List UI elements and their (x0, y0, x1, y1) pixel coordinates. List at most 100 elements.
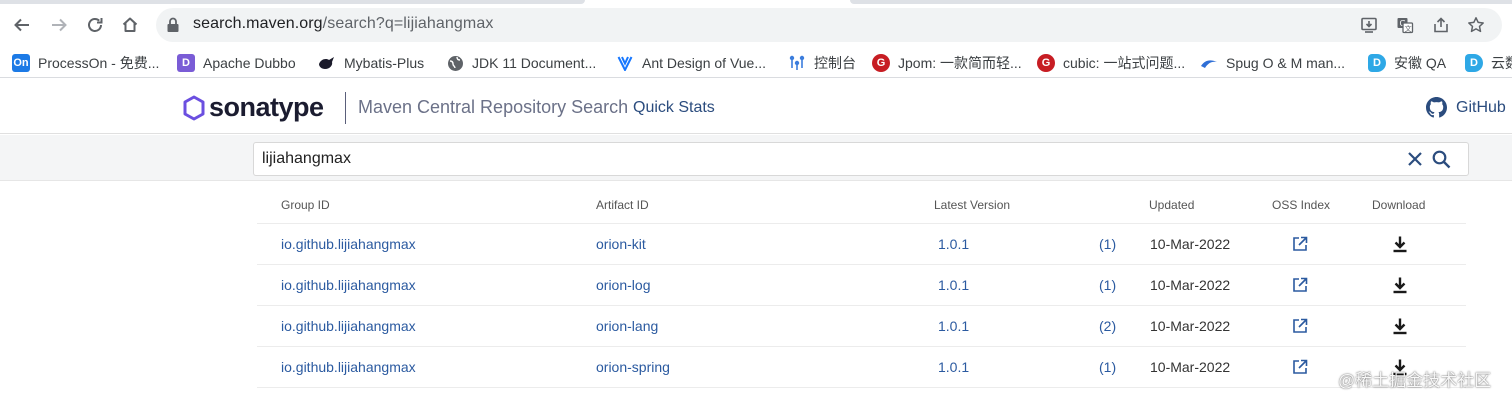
lock-icon[interactable] (166, 17, 180, 33)
bookmark-cubic[interactable]: G cubic: 一站式问题... (1037, 51, 1185, 75)
bookmark-spug[interactable]: Spug O & M man... (1200, 51, 1345, 75)
version-count-link[interactable]: (1) (1099, 359, 1116, 375)
gitee-icon: G (1037, 54, 1055, 72)
home-button[interactable] (117, 12, 143, 38)
version-count-link[interactable]: (1) (1099, 236, 1116, 252)
table-row: io.github.lijiahangmax orion-spring 1.0.… (257, 347, 1466, 388)
share-icon[interactable] (1432, 16, 1450, 34)
external-link-icon[interactable] (1291, 358, 1309, 376)
bookmark-console[interactable]: 控制台 (788, 51, 856, 75)
download-icon[interactable] (1391, 235, 1409, 253)
bookmark-label: JDK 11 Document... (472, 55, 597, 71)
group-id-link[interactable]: io.github.lijiahangmax (281, 277, 416, 293)
dubbo-icon: D (177, 54, 195, 72)
artifact-id-link[interactable]: orion-log (596, 277, 650, 293)
logo-wordmark: sonatype (209, 92, 324, 122)
artifact-id-link[interactable]: orion-lang (596, 318, 658, 334)
column-header-latest-version[interactable]: Latest Version (934, 198, 1010, 212)
bookmark-label: Ant Design of Vue... (642, 55, 766, 71)
bookmark-ant-design-vue[interactable]: Ant Design of Vue... (616, 51, 766, 75)
table-row: io.github.lijiahangmax orion-log 1.0.1 (… (257, 265, 1466, 306)
search-icon[interactable] (1432, 150, 1451, 169)
column-header-group-id[interactable]: Group ID (281, 198, 330, 212)
version-link[interactable]: 1.0.1 (938, 318, 969, 334)
mybatis-icon (318, 54, 336, 72)
forward-arrow-icon (52, 18, 67, 32)
search-box (253, 142, 1469, 176)
table-row: io.github.lijiahangmax orion-lang 1.0.1 … (257, 306, 1466, 347)
group-id-link[interactable]: io.github.lijiahangmax (281, 318, 416, 334)
artifact-id-link[interactable]: orion-kit (596, 236, 646, 252)
column-header-download: Download (1372, 198, 1426, 212)
quick-stats-link[interactable]: Quick Stats (633, 99, 715, 117)
url-text[interactable]: search.maven.org/search?q=lijiahangmax (193, 15, 493, 33)
column-header-updated[interactable]: Updated (1149, 198, 1194, 212)
external-link-icon[interactable] (1291, 317, 1309, 335)
gitee-icon: G (872, 54, 890, 72)
column-header-oss-index: OSS Index (1272, 198, 1331, 212)
bookmark-mybatis-plus[interactable]: Mybatis-Plus (318, 51, 424, 75)
browser-toolbar: search.maven.org/search?q=lijiahangmax G… (0, 0, 1512, 48)
d-icon: D (1368, 54, 1386, 72)
inactive-tab-left[interactable] (0, 0, 585, 4)
processon-icon: On (12, 54, 30, 72)
translate-icon[interactable]: G文 (1396, 16, 1414, 34)
download-icon[interactable] (1391, 317, 1409, 335)
external-link-icon[interactable] (1291, 235, 1309, 253)
download-icon[interactable] (1391, 276, 1409, 294)
version-link[interactable]: 1.0.1 (938, 359, 969, 375)
table-header-row: Group ID Artifact ID Latest Version Upda… (257, 186, 1466, 224)
updated-date: 10-Mar-2022 (1150, 236, 1231, 252)
address-bar[interactable]: search.maven.org/search?q=lijiahangmax G… (156, 8, 1502, 42)
github-label: GitHub (1456, 98, 1506, 116)
bookmark-label: 控制台 (814, 55, 856, 71)
search-input[interactable] (262, 147, 1402, 171)
updated-date: 10-Mar-2022 (1150, 277, 1231, 293)
reload-button[interactable] (82, 12, 108, 38)
search-band (0, 135, 1512, 181)
updated-date: 10-Mar-2022 (1150, 318, 1231, 334)
external-link-icon[interactable] (1291, 276, 1309, 294)
bookmark-label: Jpom: 一款简而轻... (898, 55, 1022, 71)
sonatype-hexagon-icon (183, 95, 205, 120)
bookmark-label: Apache Dubbo (203, 55, 296, 71)
bookmark-processon[interactable]: On ProcessOn - 免费... (12, 51, 159, 75)
table-row: io.github.lijiahangmax orion-kit 1.0.1 (… (257, 224, 1466, 265)
version-count-link[interactable]: (1) (1099, 277, 1116, 293)
clear-icon[interactable] (1407, 151, 1423, 167)
site-header: sonatype Maven Central Repository Search… (0, 82, 1512, 134)
bookmark-jdk-11[interactable]: JDK 11 Document... (446, 51, 596, 75)
bookmark-apache-dubbo[interactable]: D Apache Dubbo (177, 51, 296, 75)
github-link[interactable]: GitHub (1426, 97, 1506, 118)
antd-icon (616, 54, 634, 72)
back-button[interactable] (9, 12, 35, 38)
bookmark-label: Mybatis-Plus (344, 55, 425, 71)
d-icon: D (1465, 54, 1483, 72)
spug-icon (1200, 54, 1218, 72)
bookmark-label: cubic: 一站式问题... (1063, 55, 1186, 71)
github-icon (1426, 97, 1447, 118)
group-id-link[interactable]: io.github.lijiahangmax (281, 359, 416, 375)
forward-button[interactable] (46, 12, 72, 38)
bookmark-yunshu[interactable]: D 云数 (1465, 51, 1512, 75)
bookmark-jpom[interactable]: G Jpom: 一款简而轻... (872, 51, 1022, 75)
bookmark-anhui-qa[interactable]: D 安徽 QA (1368, 51, 1446, 75)
bookmark-star-icon[interactable] (1467, 16, 1485, 34)
install-app-icon[interactable] (1360, 16, 1378, 34)
inactive-tab-right[interactable] (850, 0, 1512, 4)
site-title[interactable]: Maven Central Repository Search (358, 97, 628, 118)
version-count-link[interactable]: (2) (1099, 318, 1116, 334)
version-link[interactable]: 1.0.1 (938, 277, 969, 293)
artifact-id-link[interactable]: orion-spring (596, 359, 670, 375)
bookmark-label: Spug O & M man... (1226, 55, 1346, 71)
watermark: @稀土掘金技术社区 (1338, 371, 1492, 390)
bookmark-label: 云数 (1491, 55, 1512, 71)
globe-icon (446, 54, 464, 72)
column-header-artifact-id[interactable]: Artifact ID (596, 198, 649, 212)
sonatype-logo[interactable]: sonatype (182, 92, 324, 123)
version-link[interactable]: 1.0.1 (938, 236, 969, 252)
tab-strip (0, 0, 1512, 4)
url-host: search.maven.org (193, 15, 323, 32)
group-id-link[interactable]: io.github.lijiahangmax (281, 236, 416, 252)
bookmark-label: ProcessOn - 免费... (38, 55, 160, 71)
